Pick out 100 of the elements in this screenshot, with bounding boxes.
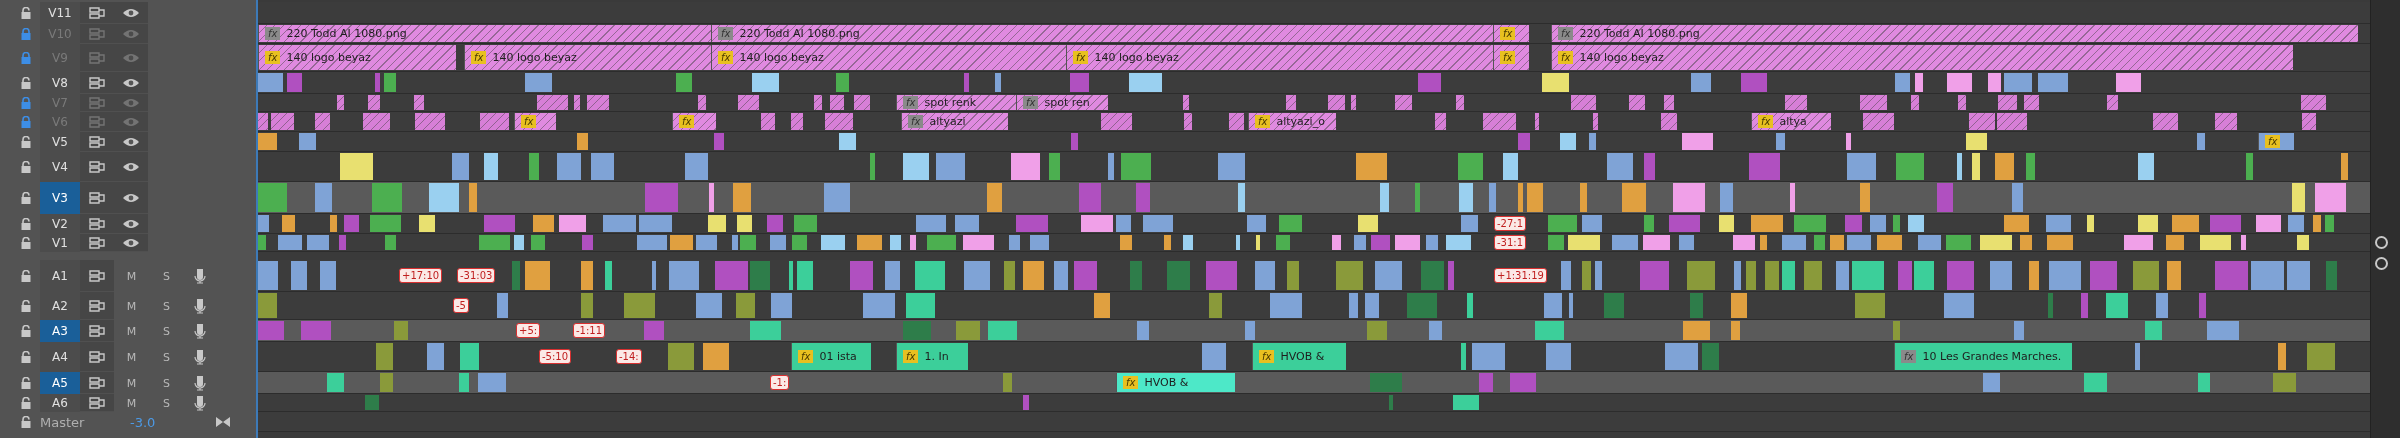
clip[interactable]: fx (514, 113, 556, 130)
track-target-toggle[interactable]: V8 (40, 72, 80, 94)
effect-badge[interactable]: fx (903, 350, 919, 363)
solo-button[interactable]: S (149, 396, 184, 410)
track-target-toggle[interactable]: A2 (40, 292, 80, 320)
clip[interactable]: fx (1493, 45, 1529, 70)
clip-name: 220 Todd AI 1080.png (1579, 27, 1700, 40)
track-target-toggle[interactable]: A3 (40, 320, 80, 342)
clip-name: spot ren (1044, 96, 1090, 109)
effect-badge[interactable]: fx (265, 51, 281, 64)
clip-name: 10 Les Grandes Marches. (1922, 350, 2062, 363)
clip[interactable]: fx 1. In (896, 343, 968, 370)
clip-name: 220 Todd AI 1080.png (286, 27, 407, 40)
effect-badge[interactable]: fx (1073, 51, 1089, 64)
track-target-toggle[interactable]: V5 (40, 132, 80, 152)
clip[interactable]: fx 140 logo beyaz (1066, 45, 1493, 70)
clip[interactable]: fx 220 Todd AI 1080.png (1551, 25, 2358, 42)
clip-name: 01 ista (819, 350, 857, 363)
sync-offset-badge: +1:31:19 (1494, 268, 1547, 283)
mute-button[interactable]: M (114, 350, 149, 364)
effect-badge[interactable]: fx (798, 350, 814, 363)
mute-button[interactable]: M (114, 376, 149, 390)
effect-badge[interactable]: fx (521, 115, 537, 128)
sync-offset-badge: +5: (516, 323, 541, 338)
clip[interactable]: fx 140 logo beyaz (1551, 45, 2293, 70)
mute-button[interactable]: M (114, 324, 149, 338)
effect-badge[interactable]: fx (1500, 27, 1516, 40)
sync-offset-badge: -31:1 (1494, 235, 1527, 250)
mute-button[interactable]: M (114, 299, 149, 313)
effect-badge[interactable]: fx (1255, 115, 1271, 128)
solo-button[interactable]: S (149, 350, 184, 364)
sync-offset-badge: -27:1 (1494, 216, 1527, 231)
clip[interactable]: fx spot ren (1016, 95, 1108, 110)
clip-name: altyazi_o (1276, 115, 1325, 128)
solo-button[interactable]: S (149, 376, 184, 390)
clip[interactable]: fx 140 logo beyaz (258, 45, 456, 70)
clip[interactable]: fx HVOB & (1116, 373, 1235, 392)
effect-badge[interactable]: fx (2265, 135, 2281, 148)
sync-offset-badge: -31:03 (457, 268, 496, 283)
clip[interactable]: fx (1493, 25, 1529, 42)
effect-badge[interactable]: fx (903, 96, 919, 109)
clip[interactable]: fx (672, 113, 716, 130)
clip-name: 140 logo beyaz (492, 51, 577, 64)
track-target-toggle[interactable]: V4 (40, 152, 80, 182)
clip-name: HVOB & (1144, 376, 1189, 389)
track-target-toggle[interactable]: V3 (40, 182, 80, 214)
track-target-toggle[interactable]: A4 (40, 342, 80, 372)
clip-name: 1. In (924, 350, 949, 363)
clip[interactable]: fx HVOB & (1252, 343, 1346, 370)
clip-name: 140 logo beyaz (739, 51, 824, 64)
clip[interactable]: fx 140 logo beyaz (464, 45, 711, 70)
master-track-label: Master (40, 414, 86, 430)
sync-offset-badge: -14: (616, 349, 642, 364)
effect-badge[interactable]: fx (679, 115, 695, 128)
effect-badge[interactable]: fx (471, 51, 487, 64)
track-target-toggle[interactable]: A1 (40, 260, 80, 292)
sync-offset-badge: -5 (453, 298, 469, 313)
mute-button[interactable]: M (114, 269, 149, 283)
clip[interactable]: fx spot renk (896, 95, 1016, 110)
solo-button[interactable]: S (149, 299, 184, 313)
clip-name: spot renk (924, 96, 977, 109)
clip[interactable]: fx altyazi_o (1248, 113, 1336, 130)
clip[interactable]: fx (2258, 133, 2294, 150)
effect-badge[interactable]: fx (1901, 350, 1917, 363)
mute-button[interactable]: M (114, 396, 149, 410)
clip[interactable]: fx 220 Todd AI 1080.png (711, 25, 1493, 42)
solo-button[interactable]: S (149, 324, 184, 338)
effect-badge[interactable]: fx (1558, 51, 1574, 64)
clip-name: 220 Todd AI 1080.png (739, 27, 860, 40)
effect-badge[interactable]: fx (265, 27, 281, 40)
effect-badge[interactable]: fx (1259, 350, 1275, 363)
clip[interactable]: fx 01 ista (791, 343, 871, 370)
effect-badge[interactable]: fx (908, 115, 924, 128)
clip[interactable]: fx altyazi (901, 113, 1008, 130)
clip-name: 140 logo beyaz (1094, 51, 1179, 64)
track-target-toggle[interactable]: A6 (40, 394, 80, 412)
solo-button[interactable]: S (149, 269, 184, 283)
track-target-toggle[interactable]: A5 (40, 372, 80, 394)
clip-name: 140 logo beyaz (1579, 51, 1664, 64)
clip-name: altyazi (929, 115, 966, 128)
track-target-toggle[interactable]: V1 (40, 234, 80, 252)
clip[interactable]: fx 140 logo beyaz (711, 45, 1066, 70)
effect-badge[interactable]: fx (1758, 115, 1774, 128)
sync-offset-badge: +17:10 (399, 268, 443, 283)
effect-badge[interactable]: fx (1023, 96, 1039, 109)
clip-name: altya (1779, 115, 1807, 128)
track-target-toggle[interactable]: V2 (40, 214, 80, 234)
clip[interactable]: fx 220 Todd AI 1080.png (258, 25, 711, 42)
effect-badge[interactable]: fx (718, 51, 734, 64)
clip[interactable]: fx 10 Les Grandes Marches. (1894, 343, 2072, 370)
sync-offset-badge: -1: (770, 375, 790, 390)
sync-offset-badge: -1:11 (573, 323, 606, 338)
effect-badge[interactable]: fx (1558, 27, 1574, 40)
effect-badge[interactable]: fx (1500, 51, 1516, 64)
sync-offset-badge: -5:10 (539, 349, 572, 364)
effect-badge[interactable]: fx (718, 27, 734, 40)
effect-badge[interactable]: fx (1123, 376, 1139, 389)
clip[interactable]: fx altya (1751, 113, 1831, 130)
track-target-toggle[interactable]: V11 (40, 2, 80, 24)
clip-name: HVOB & (1280, 350, 1325, 363)
